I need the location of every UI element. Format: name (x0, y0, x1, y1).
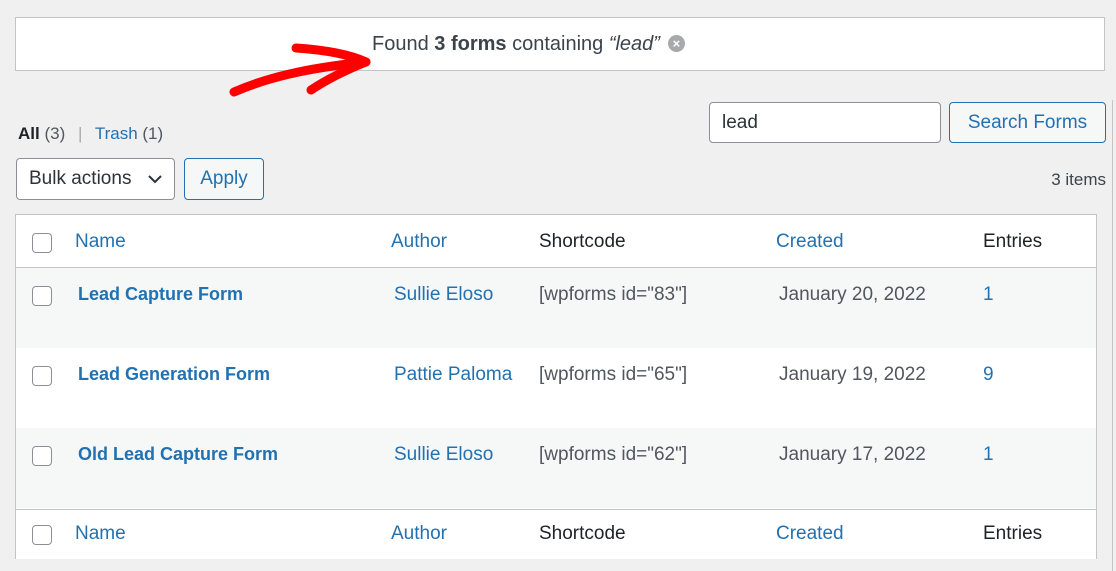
search-forms-button[interactable]: Search Forms (949, 102, 1106, 143)
row-checkbox[interactable] (32, 366, 52, 386)
column-shortcode: Shortcode (539, 231, 626, 252)
column-created-footer[interactable]: Created (776, 523, 844, 545)
select-all-checkbox[interactable] (32, 233, 52, 253)
form-name-link[interactable]: Lead Capture Form (78, 284, 243, 305)
select-all-checkbox-footer[interactable] (32, 525, 52, 545)
clear-search-icon[interactable]: × (667, 35, 685, 52)
column-shortcode-footer: Shortcode (539, 523, 626, 544)
forms-table: Name Author Shortcode Created Entries Le… (15, 214, 1097, 559)
form-name-link[interactable]: Lead Generation Form (78, 364, 270, 385)
form-shortcode: [wpforms id="65"] (539, 364, 688, 385)
red-arrow-annotation (229, 43, 371, 97)
results-prefix: Found (372, 33, 435, 55)
form-entries-link[interactable]: 1 (983, 284, 994, 306)
results-middle: containing (506, 33, 609, 55)
form-created: January 20, 2022 (779, 284, 926, 305)
form-entries-link[interactable]: 1 (983, 444, 994, 466)
table-footer: Name Author Shortcode Created Entries (16, 509, 1096, 559)
page-edge (1112, 100, 1116, 571)
results-count: 3 forms (434, 33, 507, 55)
column-name[interactable]: Name (75, 231, 126, 253)
column-entries-footer: Entries (983, 523, 1043, 544)
table-row: Old Lead Capture Form Sullie Eloso [wpfo… (16, 428, 1096, 508)
view-trash[interactable]: Trash (95, 124, 138, 143)
view-all-count: (3) (44, 124, 66, 143)
search-results-notice: Found 3 forms containing “lead” × (15, 17, 1105, 97)
view-all[interactable]: All (18, 124, 40, 143)
row-checkbox[interactable] (32, 446, 52, 466)
row-checkbox[interactable] (32, 286, 52, 306)
column-author-footer[interactable]: Author (391, 523, 447, 545)
form-author-link[interactable]: Sullie Eloso (394, 284, 493, 306)
form-created: January 17, 2022 (779, 444, 926, 465)
bulk-actions-selected: Bulk actions (29, 168, 132, 189)
bulk-actions-select[interactable]: Bulk actions (16, 158, 175, 200)
form-shortcode: [wpforms id="62"] (539, 444, 688, 465)
form-author-link[interactable]: Sullie Eloso (394, 444, 493, 466)
column-entries: Entries (983, 231, 1043, 252)
apply-button[interactable]: Apply (184, 158, 264, 200)
view-filters: All (3) | Trash (1) (18, 124, 163, 144)
table-row: Lead Generation Form Pattie Paloma [wpfo… (16, 348, 1096, 428)
form-name-link[interactable]: Old Lead Capture Form (78, 444, 278, 465)
view-separator: | (77, 124, 83, 143)
results-query: “lead” (608, 33, 660, 55)
table-header: Name Author Shortcode Created Entries (16, 215, 1096, 268)
view-trash-count: (1) (142, 124, 164, 143)
column-created[interactable]: Created (776, 231, 844, 253)
form-shortcode: [wpforms id="83"] (539, 284, 688, 305)
column-author[interactable]: Author (391, 231, 447, 253)
form-entries-link[interactable]: 9 (983, 364, 994, 386)
form-author-link[interactable]: Pattie Paloma (394, 364, 512, 386)
chevron-down-icon (148, 175, 162, 184)
column-name-footer[interactable]: Name (75, 523, 126, 545)
table-row: Lead Capture Form Sullie Eloso [wpforms … (16, 268, 1096, 348)
form-created: January 19, 2022 (779, 364, 926, 385)
items-count: 3 items (1051, 170, 1106, 189)
results-message: Found 3 forms containing “lead” × (372, 33, 685, 56)
search-input[interactable] (709, 102, 941, 143)
